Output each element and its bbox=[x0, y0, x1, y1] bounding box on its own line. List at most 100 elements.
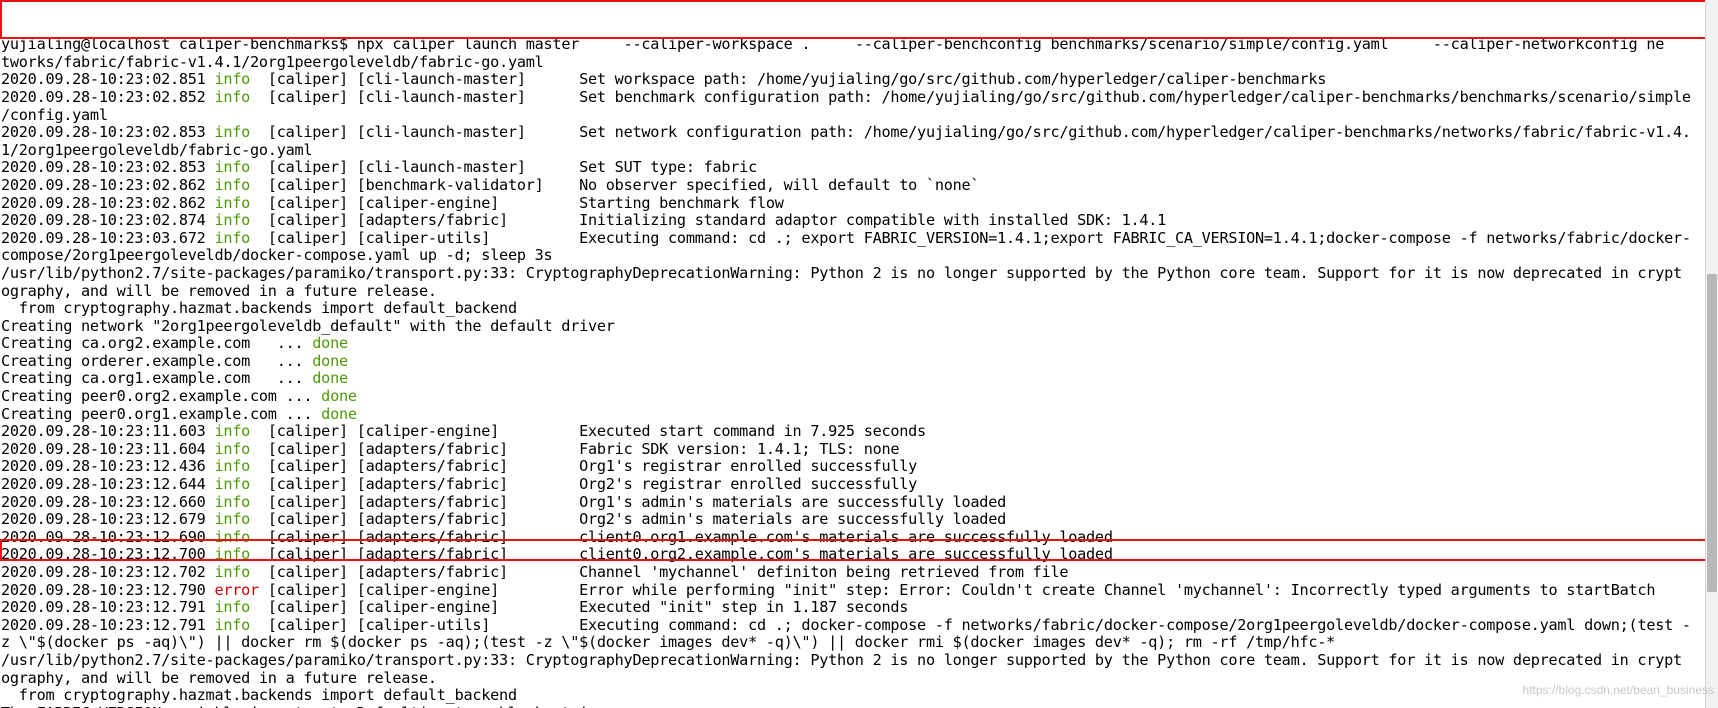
docker-create-line: Creating peer0.org2.example.com ... done bbox=[1, 387, 1718, 406]
line-text: ography, and will be removed in a future… bbox=[1, 281, 437, 300]
line-text: The FABRIC_VERSION variable is not set. … bbox=[1, 704, 615, 708]
terminal-log-line: 2020.09.28-10:23:12.702 info [caliper] [… bbox=[1, 563, 1718, 582]
log-timestamp: 2020.09.28-10:23:03.672 bbox=[1, 228, 215, 247]
log-timestamp: 2020.09.28-10:23:12.791 bbox=[1, 615, 215, 634]
log-timestamp: 2020.09.28-10:23:02.853 bbox=[1, 123, 215, 142]
terminal-plain-line: from cryptography.hazmat.backends import… bbox=[1, 686, 1718, 705]
log-message: [caliper] [adapters/fabric] Channel 'myc… bbox=[250, 563, 1069, 581]
terminal-log-line: 2020.09.28-10:23:11.603 info [caliper] [… bbox=[1, 422, 1718, 441]
log-level: info bbox=[214, 123, 251, 142]
scrollbar-thumb[interactable] bbox=[1707, 274, 1717, 592]
docker-service-name: Creating ca.org2.example.com ... bbox=[1, 334, 313, 353]
docker-service-name: Creating ca.org1.example.com ... bbox=[1, 369, 313, 388]
terminal-log-line: 2020.09.28-10:23:12.644 info [caliper] [… bbox=[1, 475, 1718, 494]
log-timestamp: 2020.09.28-10:23:02.852 bbox=[1, 87, 215, 106]
terminal-log-line: 2020.09.28-10:23:12.436 info [caliper] [… bbox=[1, 458, 1718, 476]
docker-status: done bbox=[312, 369, 348, 388]
terminal-plain-line: /usr/lib/python2.7/site-packages/paramik… bbox=[1, 264, 1718, 283]
line-text: z \"$(docker ps -aq)\") || docker rm $(d… bbox=[1, 633, 1336, 652]
log-level: info bbox=[214, 563, 251, 581]
log-level: info bbox=[214, 422, 251, 441]
docker-service-name: Creating orderer.example.com ... bbox=[1, 351, 313, 370]
log-message: [caliper] [caliper-engine] Starting benc… bbox=[250, 193, 784, 212]
terminal-lines: yujialing@localhost caliper-benchmarks$ … bbox=[1, 35, 1718, 708]
terminal-log-line: 2020.09.28-10:23:12.679 info [caliper] [… bbox=[1, 510, 1718, 529]
docker-status: done bbox=[321, 387, 357, 406]
log-timestamp: 2020.09.28-10:23:12.791 bbox=[1, 598, 215, 617]
log-level: info bbox=[214, 70, 251, 89]
terminal-plain-line: from cryptography.hazmat.backends import… bbox=[1, 299, 1718, 318]
terminal-wrapped-line: ography, and will be removed in a future… bbox=[1, 281, 1718, 301]
log-message: [caliper] [caliper-engine] Executed "ini… bbox=[250, 598, 909, 617]
log-level: info bbox=[214, 87, 251, 106]
log-timestamp: 2020.09.28-10:23:12.660 bbox=[1, 492, 215, 511]
log-message: [caliper] [adapters/fabric] Fabric SDK v… bbox=[250, 439, 900, 458]
terminal-plain-line: /usr/lib/python2.7/site-packages/paramik… bbox=[1, 651, 1718, 670]
terminal-wrapped-line: /config.yaml bbox=[1, 105, 1718, 125]
log-message: [caliper] [caliper-utils] Executing comm… bbox=[250, 228, 1691, 247]
line-text: Creating network "2org1peergoleveldb_def… bbox=[1, 316, 615, 335]
terminal-log-line: 2020.09.28-10:23:12.790 error [caliper] … bbox=[1, 580, 1718, 600]
log-level: info bbox=[214, 457, 251, 476]
log-timestamp: 2020.09.28-10:23:12.679 bbox=[1, 510, 215, 529]
terminal-log-line: 2020.09.28-10:23:12.791 info [caliper] [… bbox=[1, 615, 1718, 635]
log-message: [caliper] [cli-launch-master] Set worksp… bbox=[250, 70, 1327, 89]
log-message: [caliper] [adapters/fabric] client0.org2… bbox=[250, 545, 1113, 564]
prompt-symbol: $ bbox=[338, 35, 348, 54]
log-level: info bbox=[214, 492, 251, 511]
log-message: [caliper] [benchmark-validator] No obser… bbox=[250, 175, 980, 194]
watermark-text: https://blog.csdn.net/bean_business bbox=[1522, 683, 1714, 698]
log-message: [caliper] [adapters/fabric] Org2's regis… bbox=[250, 475, 918, 494]
command-highlight-box bbox=[0, 0, 1713, 39]
log-message: [caliper] [cli-launch-master] Set networ… bbox=[250, 123, 1691, 142]
log-timestamp: 2020.09.28-10:23:02.862 bbox=[1, 175, 215, 194]
line-text: tworks/fabric/fabric-v1.4.1/2org1peergol… bbox=[1, 52, 544, 71]
terminal-log-line: 2020.09.28-10:23:03.672 info [caliper] [… bbox=[1, 228, 1718, 248]
log-message: [caliper] [cli-launch-master] Set SUT ty… bbox=[250, 158, 757, 177]
docker-create-line: Creating ca.org2.example.com ... done bbox=[1, 334, 1718, 353]
log-level: info bbox=[214, 615, 251, 634]
docker-create-line: Creating peer0.org1.example.com ... done bbox=[1, 404, 1718, 424]
log-timestamp: 2020.09.28-10:23:11.603 bbox=[1, 422, 215, 441]
log-message: [caliper] [adapters/fabric] client0.org1… bbox=[250, 527, 1113, 546]
terminal-log-line: 2020.09.28-10:23:12.791 info [caliper] [… bbox=[1, 598, 1718, 617]
terminal-log-line: 2020.09.28-10:23:02.853 info [caliper] [… bbox=[1, 159, 1718, 177]
terminal-wrapped-line: z \"$(docker ps -aq)\") || docker rm $(d… bbox=[1, 634, 1718, 652]
terminal-log-line: 2020.09.28-10:23:02.874 info [caliper] [… bbox=[1, 211, 1718, 230]
terminal-plain-line: Creating network "2org1peergoleveldb_def… bbox=[1, 316, 1718, 336]
log-level: info bbox=[214, 228, 251, 247]
log-message: [caliper] [adapters/fabric] Initializing… bbox=[250, 211, 1167, 230]
line-text: /config.yaml bbox=[1, 105, 108, 124]
terminal-log-line: 2020.09.28-10:23:02.862 info [caliper] [… bbox=[1, 175, 1718, 195]
log-timestamp: 2020.09.28-10:23:12.702 bbox=[1, 563, 215, 581]
terminal-wrapped-line: tworks/fabric/fabric-v1.4.1/2org1peergol… bbox=[1, 52, 1718, 72]
docker-service-name: Creating peer0.org2.example.com ... bbox=[1, 387, 322, 406]
terminal-log-line: 2020.09.28-10:23:02.851 info [caliper] [… bbox=[1, 71, 1718, 89]
log-message: [caliper] [cli-launch-master] Set benchm… bbox=[250, 87, 1691, 106]
log-timestamp: 2020.09.28-10:23:02.862 bbox=[1, 193, 215, 212]
log-message: [caliper] [caliper-engine] Executed star… bbox=[250, 422, 926, 441]
log-timestamp: 2020.09.28-10:23:12.790 bbox=[1, 580, 215, 599]
log-timestamp: 2020.09.28-10:23:02.874 bbox=[1, 211, 215, 230]
terminal-prompt-line: yujialing@localhost caliper-benchmarks$ … bbox=[1, 35, 1718, 54]
line-text: from cryptography.hazmat.backends import… bbox=[1, 299, 517, 318]
log-timestamp: 2020.09.28-10:23:12.436 bbox=[1, 457, 215, 476]
scrollbar[interactable] bbox=[1705, 0, 1718, 708]
log-level: info bbox=[214, 175, 251, 194]
prompt-command: npx caliper launch master --caliper-work… bbox=[347, 35, 1665, 54]
terminal-wrapped-line: 1/2org1peergoleveldb/fabric-go.yaml bbox=[1, 141, 1718, 160]
log-level: info bbox=[214, 475, 251, 494]
line-text: from cryptography.hazmat.backends import… bbox=[1, 686, 517, 705]
line-text: compose/2org1peergoleveldb/docker-compos… bbox=[1, 246, 553, 265]
log-timestamp: 2020.09.28-10:23:02.851 bbox=[1, 70, 215, 89]
docker-create-line: Creating ca.org1.example.com ... done bbox=[1, 370, 1718, 388]
docker-status: done bbox=[321, 404, 357, 423]
log-level: error bbox=[214, 580, 259, 599]
terminal-log-line: 2020.09.28-10:23:12.660 info [caliper] [… bbox=[1, 492, 1718, 512]
log-level: info bbox=[214, 211, 251, 230]
log-message: [caliper] [adapters/fabric] Org1's regis… bbox=[250, 457, 918, 476]
docker-service-name: Creating peer0.org1.example.com ... bbox=[1, 404, 322, 423]
prompt-user-host: yujialing@localhost caliper-benchmarks bbox=[1, 35, 339, 54]
terminal-output[interactable]: yujialing@localhost caliper-benchmarks$ … bbox=[0, 0, 1718, 708]
log-level: info bbox=[214, 439, 251, 458]
